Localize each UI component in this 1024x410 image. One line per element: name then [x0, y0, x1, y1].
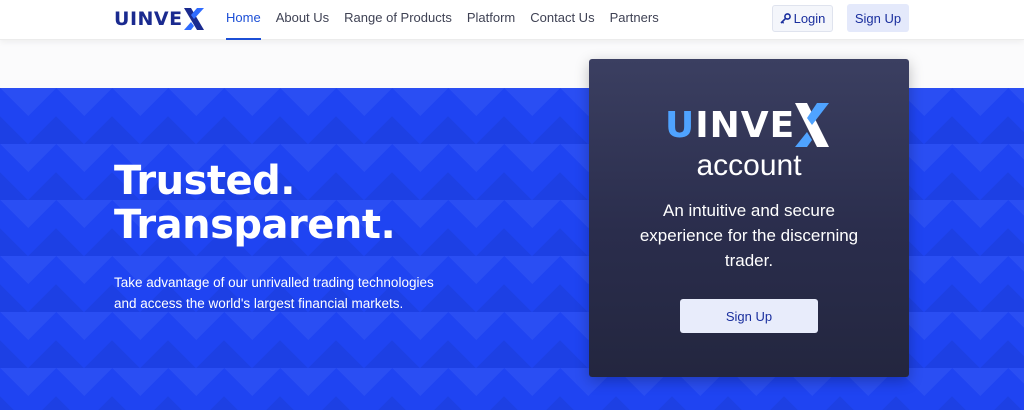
x-mark-icon [183, 8, 204, 30]
hero-title-line1: Trusted. [114, 158, 295, 204]
top-navbar: U INVE Home About Us Range of Products P… [0, 0, 1024, 40]
card-logo-text: INVE [695, 104, 796, 146]
card-logo: U INVE [665, 102, 835, 148]
main-menu: Home About Us Range of Products Platform… [226, 0, 674, 40]
login-label: Login [793, 11, 826, 26]
hero-title-line2: Transparent. [114, 202, 396, 248]
hero-description: Take advantage of our unrivalled trading… [114, 275, 434, 311]
nav-range-of-products[interactable]: Range of Products [344, 0, 452, 40]
card-description: An intuitive and secure experience for t… [639, 201, 859, 270]
signup-button[interactable]: Sign Up [847, 4, 909, 32]
x-mark-icon [795, 103, 830, 147]
card-signup-button[interactable]: Sign Up [680, 299, 818, 333]
nav-partners[interactable]: Partners [610, 0, 659, 40]
login-button[interactable]: Login [772, 5, 833, 32]
logo-text: INVE [129, 8, 183, 30]
nav-contact-us[interactable]: Contact Us [530, 0, 594, 40]
key-icon [780, 13, 791, 24]
nav-about-us[interactable]: About Us [276, 0, 329, 40]
uinvex-logo[interactable]: U INVE [114, 6, 204, 32]
card-logo-u: U [665, 104, 696, 146]
nav-platform[interactable]: Platform [467, 0, 515, 40]
nav-home[interactable]: Home [226, 0, 261, 40]
account-card: U INVE account An intuitive and secure e… [589, 59, 909, 377]
hero-title: Trusted. Transparent. [114, 158, 396, 248]
logo-u: U [114, 8, 130, 30]
card-subtitle: account [696, 149, 802, 182]
